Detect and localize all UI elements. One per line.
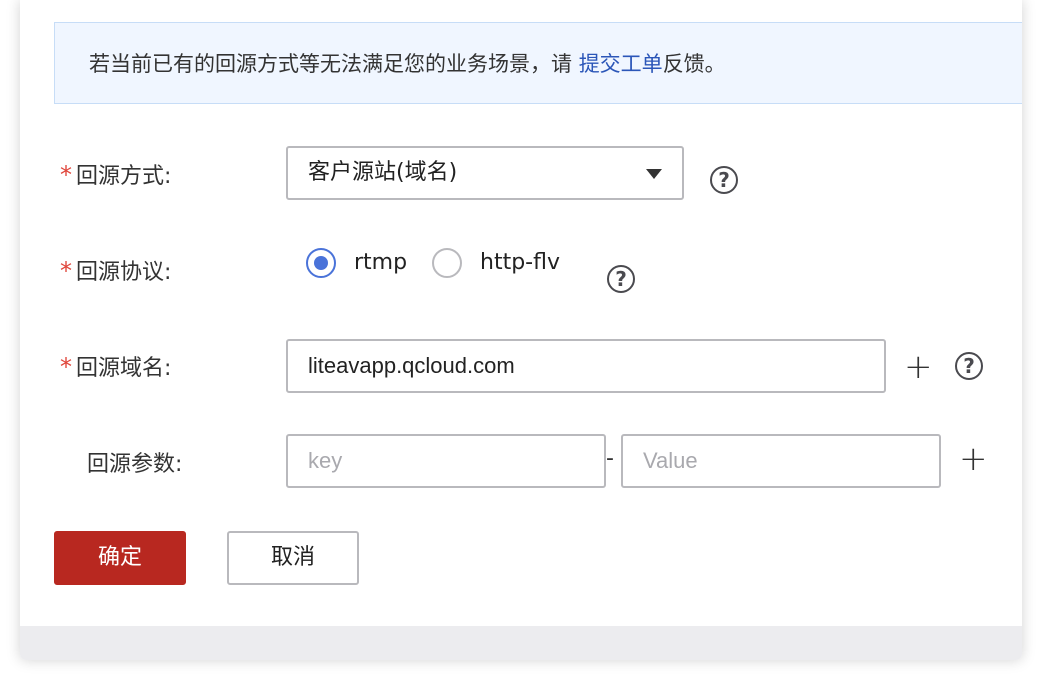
origin-type-label-text: 回源方式: [76, 164, 172, 189]
radio-rtmp-label[interactable]: rtmp [354, 250, 407, 275]
notice-text: 若当前已有的回源方式等无法满足您的业务场景，请 [89, 52, 579, 76]
origin-domain-help-icon[interactable]: ? [955, 352, 983, 380]
param-value-input[interactable]: Value [621, 434, 941, 488]
info-notice: 若当前已有的回源方式等无法满足您的业务场景，请 提交工单反馈。 [54, 22, 1022, 104]
submit-ticket-link[interactable]: 提交工单 [579, 52, 663, 76]
origin-protocol-help-icon[interactable]: ? [607, 265, 635, 293]
param-key-input[interactable]: key [286, 434, 606, 488]
origin-type-label: * 回源方式: [60, 158, 171, 190]
origin-domain-label-text: 回源域名: [76, 356, 172, 381]
param-separator: - [606, 446, 614, 471]
radio-dot [314, 256, 328, 270]
required-mark: * [60, 161, 72, 189]
notice-text-end: 反馈。 [662, 52, 726, 76]
add-param-icon[interactable]: + [959, 442, 988, 476]
origin-protocol-label: * 回源协议: [60, 254, 171, 286]
radio-http-flv[interactable] [432, 248, 462, 278]
origin-type-value: 客户源站(域名) [308, 160, 458, 185]
origin-type-help-icon[interactable]: ? [710, 166, 738, 194]
confirm-button[interactable]: 确定 [54, 531, 186, 585]
required-mark: * [60, 353, 72, 381]
dialog-panel: 若当前已有的回源方式等无法满足您的业务场景，请 提交工单反馈。 * 回源方式: 客… [20, 0, 1022, 660]
add-domain-icon[interactable]: + [904, 350, 933, 384]
origin-domain-input[interactable]: liteavapp.qcloud.com [286, 339, 886, 393]
dialog-footer [20, 626, 1022, 660]
required-mark: * [60, 257, 72, 285]
origin-protocol-label-text: 回源协议: [76, 260, 172, 285]
origin-type-select[interactable]: 客户源站(域名) [286, 146, 684, 200]
origin-domain-label: * 回源域名: [60, 350, 171, 382]
radio-http-flv-label[interactable]: http-flv [480, 250, 560, 275]
origin-params-label: 回源参数: [87, 452, 183, 477]
radio-rtmp[interactable] [306, 248, 336, 278]
cancel-button[interactable]: 取消 [227, 531, 359, 585]
chevron-down-icon [646, 169, 662, 179]
